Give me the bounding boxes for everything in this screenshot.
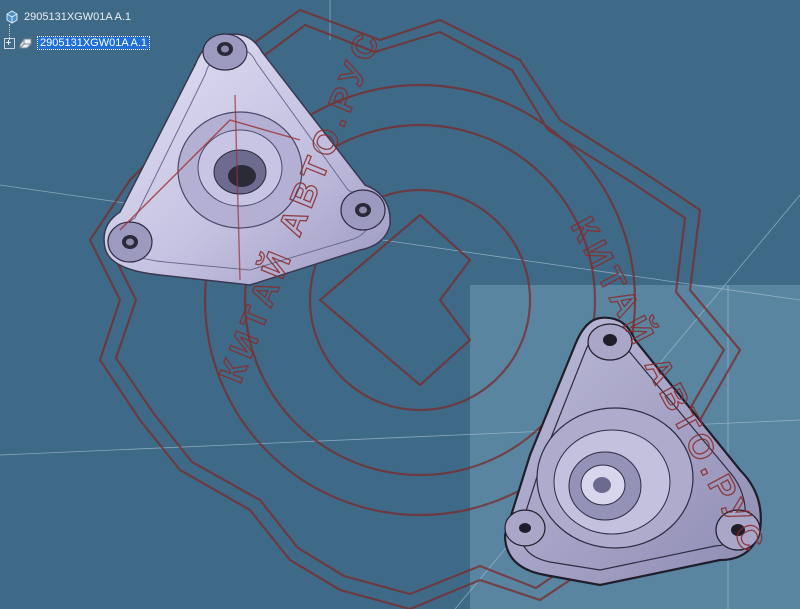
specification-tree[interactable]: 2905131XGW01A A.1 2905131XGW01A A.1 [0,0,200,60]
tree-node-part-label[interactable]: 2905131XGW01A A.1 [36,36,151,50]
product-icon [6,10,18,24]
tree-node-part[interactable]: 2905131XGW01A A.1 [4,34,151,52]
expand-toggle-icon[interactable] [4,37,15,49]
tree-node-root[interactable]: 2905131XGW01A A.1 [4,8,131,26]
part-icon [19,38,32,49]
tree-node-root-label[interactable]: 2905131XGW01A A.1 [24,11,131,23]
3d-viewport[interactable]: КИТАЙ АВТО.РУС КИТАЙ АВТО.РУС [0,0,800,609]
